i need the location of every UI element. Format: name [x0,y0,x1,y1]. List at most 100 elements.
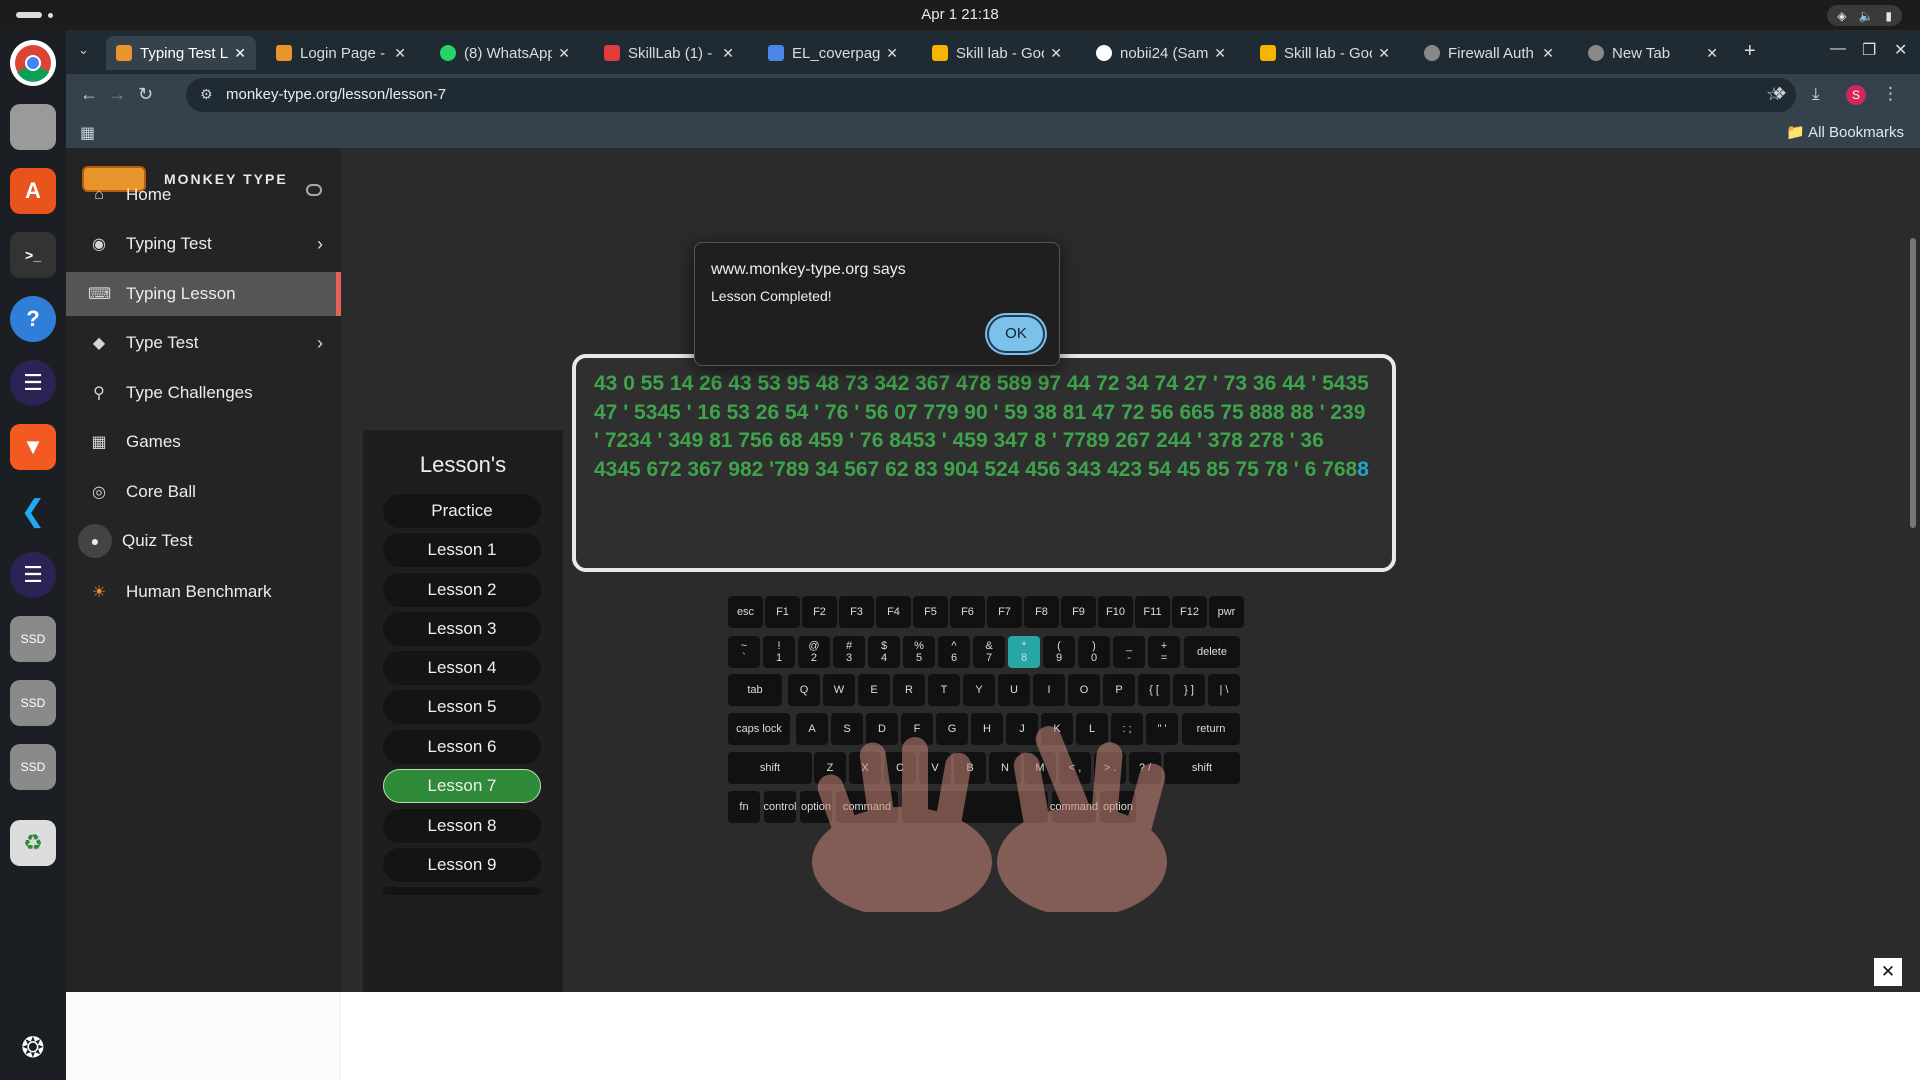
new-tab-plus-icon[interactable]: + [1744,40,1756,63]
key-f4[interactable]: F4 [876,596,911,628]
tab-login-page[interactable]: Login Page - v ✕ [266,36,416,70]
close-tab-icon[interactable]: ✕ [1372,45,1390,62]
key-6[interactable]: ^ 6 [938,636,970,668]
ssd-drive-icon-2[interactable]: SSD [10,680,56,726]
nav-typing-test[interactable]: ◉ Typing Test › [66,217,341,271]
back-icon[interactable]: ← [80,84,98,105]
address-bar[interactable]: ⚙ monkey-type.org/lesson/lesson-7 ☆ [186,78,1796,112]
nav-human-benchmark[interactable]: ☀ Human Benchmark [66,565,341,619]
close-tab-icon[interactable]: ✕ [1536,45,1554,62]
terminal-icon[interactable]: >_ [10,232,56,278]
close-tab-icon[interactable]: ✕ [716,45,734,62]
close-tab-icon[interactable]: ✕ [552,45,570,62]
close-tab-icon[interactable]: ✕ [880,45,898,62]
apps-grid-icon[interactable]: ▦ [80,123,95,143]
key-f3[interactable]: F3 [839,596,874,628]
key--[interactable]: _ - [1113,636,1145,668]
nav-typing-lesson[interactable]: ⌨ Typing Lesson [66,272,341,316]
key-5[interactable]: % 5 [903,636,935,668]
scrollbar-thumb[interactable] [1910,238,1916,528]
reload-icon[interactable]: ↻ [138,84,153,105]
nav-type-test[interactable]: ◆ Type Test › [66,316,341,370]
extensions-icon[interactable]: ❖ [1772,84,1787,104]
vscode-icon[interactable]: ❮ [10,488,56,534]
tab-skill-lab-drive-2[interactable]: Skill lab - Goo ✕ [1250,36,1400,70]
key-=[interactable]: + = [1148,636,1180,668]
nav-type-challenges[interactable]: ⚲ Type Challenges [66,366,341,420]
system-clock[interactable]: Apr 1 21:18 [0,6,1920,23]
key-esc[interactable]: esc [728,596,763,628]
typing-text-area[interactable]: 43 0 55 14 26 43 53 95 48 73 342 367 478… [572,354,1396,572]
key-f6[interactable]: F6 [950,596,985,628]
key-f9[interactable]: F9 [1061,596,1096,628]
page-scrollbar[interactable] [1906,148,1920,992]
key-bracket-11[interactable]: } ] [1173,674,1205,706]
download-icon[interactable]: ⤓ [1812,84,1820,104]
lesson-8[interactable]: Lesson 8 [383,809,541,843]
tab-el-coverpage[interactable]: EL_coverpage ✕ [758,36,908,70]
menu-kebab-icon[interactable]: ⋮ [1882,84,1899,104]
lesson-5[interactable]: Lesson 5 [383,690,541,724]
key-8[interactable]: * 8 [1008,636,1040,668]
close-tab-icon[interactable]: ✕ [1700,45,1718,62]
eclipse-icon-2[interactable]: ☰ [10,552,56,598]
eclipse-icon[interactable]: ☰ [10,360,56,406]
key-9[interactable]: (9 [1043,636,1075,668]
key-bracket-12[interactable]: | \ [1208,674,1240,706]
nav-quiz-test[interactable]: ● Quiz Test [66,514,341,568]
close-icon[interactable]: ✕ [1874,958,1902,986]
nav-core-ball[interactable]: ◎ Core Ball [66,465,341,519]
app-center-icon[interactable]: A [10,168,56,214]
close-tab-icon[interactable]: ✕ [228,45,246,62]
key-0[interactable]: ) 0 [1078,636,1110,668]
key-shift-right[interactable]: shift [1164,752,1240,784]
key-f2[interactable]: F2 [802,596,837,628]
tab-new-tab[interactable]: New Tab ✕ [1578,36,1728,70]
profile-avatar[interactable]: S [1846,85,1866,105]
close-tab-icon[interactable]: ✕ [1208,45,1226,62]
nav-games[interactable]: ▦ Games [66,415,341,469]
key-f7[interactable]: F7 [987,596,1022,628]
key-4[interactable]: $4 [868,636,900,668]
ssd-drive-icon-3[interactable]: SSD [10,744,56,790]
tab-whatsapp[interactable]: (8) WhatsApp ✕ [430,36,580,70]
tab-skilllab[interactable]: SkillLab (1) - S✕ [594,36,744,70]
forward-icon[interactable]: → [108,84,126,105]
lesson-4[interactable]: Lesson 4 [383,651,541,685]
minimize-icon[interactable]: — [1830,40,1846,58]
lesson-7[interactable]: Lesson 7 [383,769,541,803]
key-f12[interactable]: F12 [1172,596,1207,628]
site-info-icon[interactable]: ⚙ [200,86,213,103]
key-backtick[interactable]: ~ ` [728,636,760,668]
key-f8[interactable]: F8 [1024,596,1059,628]
close-tab-icon[interactable]: ✕ [1044,45,1062,62]
key-f11[interactable]: F11 [1135,596,1170,628]
key-delete[interactable]: delete [1184,636,1240,668]
key-2[interactable]: @2 [798,636,830,668]
tab-github[interactable]: nobii24 (Sam ✕ [1086,36,1236,70]
files-icon[interactable] [10,104,56,150]
trash-icon[interactable]: ♻ [10,820,56,866]
ssd-drive-icon[interactable]: SSD [10,616,56,662]
alert-ok-button[interactable]: OK [987,315,1045,353]
brave-icon[interactable]: ▼ [10,424,56,470]
key-7[interactable]: & 7 [973,636,1005,668]
show-apps-icon[interactable]: ❂ [10,1024,56,1070]
tab-search-icon[interactable]: ⌄ [78,42,89,58]
close-window-icon[interactable]: ✕ [1894,40,1907,60]
lesson-9[interactable]: Lesson 9 [383,848,541,882]
chrome-icon[interactable] [10,40,56,86]
key-3[interactable]: #3 [833,636,865,668]
tab-firewall-auth[interactable]: Firewall Auth ✕ [1414,36,1564,70]
key-f5[interactable]: F5 [913,596,948,628]
help-icon[interactable]: ? [10,296,56,342]
lesson-practice[interactable]: Practice [383,494,541,528]
restore-icon[interactable]: ❐ [1862,40,1876,60]
lesson-6[interactable]: Lesson 6 [383,730,541,764]
lesson-next-partial[interactable] [383,887,541,895]
lesson-3[interactable]: Lesson 3 [383,612,541,646]
key-row5-fn[interactable]: fn [728,791,760,823]
tab-typing-test[interactable]: Typing Test Le ✕ [106,36,256,70]
lesson-1[interactable]: Lesson 1 [383,533,541,567]
close-tab-icon[interactable]: ✕ [388,45,406,62]
